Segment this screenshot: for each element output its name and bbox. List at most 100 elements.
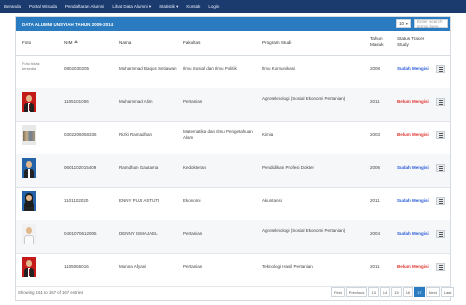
cell-nim: 0401070612005 [64, 231, 97, 236]
col-status-tracer[interactable]: Status Tracer Study [397, 36, 429, 48]
cell-fakultas: Ekonomi [183, 198, 201, 203]
cell-program-studi: Agroteknologi (Sosial Ekonomi Pertanian) [262, 96, 346, 101]
cell-program-studi: Kimia [262, 132, 274, 137]
col-tahun-masuk[interactable]: Tahun Masuk [370, 36, 394, 48]
cell-program-studi: Ilmu Komunikasi [262, 66, 296, 71]
cell-program-studi: Akuntansi [262, 198, 282, 203]
cell-fakultas: Matematika dan Ilmu Pengetahuan Alam [183, 129, 253, 140]
page-button[interactable]: First [331, 287, 345, 297]
cell-nama: Ramdhan Gautama [119, 165, 159, 170]
table-row: 1105101006 Muhammad Alim Pertanian Agrotekn… [16, 88, 450, 122]
table-row: 0302206058336 Rizki Ramadhan Matematika da… [16, 121, 450, 155]
page-button[interactable]: 17 [414, 287, 425, 297]
cell-program-studi: Pendidikan Profesi Dokter [262, 165, 315, 170]
detail-button[interactable] [436, 263, 445, 271]
cell-program-studi: Teknologi Hasil Pertanian [262, 264, 313, 269]
cell-nim: 0601102015409 [64, 165, 97, 170]
student-photo [22, 158, 36, 178]
cell-nim: 0802030205 [64, 66, 90, 71]
detail-button[interactable] [436, 197, 445, 205]
cell-fakultas: Pertanian [183, 99, 203, 104]
alumni-table-panel: DATA ALUMNI UNSYIAH TAHUN 2009-2014 10 ▾… [15, 16, 455, 301]
cell-nama: ENNY PUJI ASTUTI [119, 198, 160, 203]
col-program-studi[interactable]: Program Studi [262, 40, 291, 45]
col-nim[interactable]: NIM [64, 40, 72, 45]
cell-fakultas: Pertanian [183, 264, 203, 269]
cell-tahun-masuk: 2011 [370, 198, 380, 203]
chevron-down-icon: ▾ [406, 21, 408, 26]
nav-item[interactable]: Kontak [182, 4, 204, 9]
panel-header: DATA ALUMNI UNSYIAH TAHUN 2009-2014 [16, 17, 450, 31]
cell-status[interactable]: Belum Mengisi [397, 264, 431, 270]
student-photo [22, 224, 36, 244]
list-icon [438, 66, 443, 72]
cell-status[interactable]: Belum Mengisi [397, 132, 431, 138]
cell-nim: 0302206058336 [64, 132, 97, 137]
list-icon [438, 198, 443, 204]
cell-nama: Rizki Ramadhan [119, 132, 153, 137]
cell-fakultas: Ilmu Sosial dan Ilmu Politik [183, 66, 237, 71]
cell-status[interactable]: Sudah Mengisi [397, 165, 431, 171]
cell-status[interactable]: Belum Mengisi [397, 99, 431, 105]
cell-program-studi: Agroteknologi (Sosial Ekonomi Pertanian) [262, 228, 346, 233]
cell-nim: 1105101006 [64, 99, 89, 104]
list-icon [438, 264, 443, 270]
cell-nama: Muhammad Baqus Setiawan [119, 66, 177, 71]
col-foto[interactable]: Foto [22, 40, 31, 45]
page-button[interactable]: 14 [379, 287, 391, 297]
search-input[interactable]: Enter search terms here [414, 18, 448, 29]
no-photo-text: Foto tidak tersedia [22, 61, 40, 71]
nav-item[interactable]: Portal Wisuda [25, 4, 61, 9]
nav-item[interactable]: Statistik ▾ [155, 4, 182, 10]
student-photo [22, 257, 36, 277]
table-row: Foto tidak tersedia 0802030205 Muhammad Ba… [16, 55, 450, 89]
page-size-select[interactable]: 10 ▾ [396, 19, 411, 28]
cell-status[interactable]: Sudah Mengisi [397, 231, 431, 237]
cell-tahun-masuk: 2011 [370, 264, 380, 269]
student-photo [22, 125, 36, 145]
detail-button[interactable] [436, 98, 445, 106]
student-photo [22, 92, 36, 112]
cell-tahun-masuk: 2006 [370, 165, 381, 170]
cell-fakultas: Kedokteran [183, 165, 207, 170]
panel-title: DATA ALUMNI UNSYIAH TAHUN 2009-2014 [22, 21, 114, 27]
list-icon [438, 132, 443, 138]
nav-item[interactable]: Lihat Data Alumni ▾ [108, 4, 155, 10]
page-button[interactable]: Previous [345, 287, 368, 297]
detail-button[interactable] [436, 230, 445, 238]
page-button[interactable]: Next [425, 287, 440, 297]
cell-status[interactable]: Sudah Mengisi [397, 66, 431, 72]
table-row: 1101102020 ENNY PUJI ASTUTI Ekonomi Akuntan… [16, 187, 450, 221]
table-row: 1105055016 Munna Afyani Pertanian Teknologi… [16, 253, 450, 287]
search-placeholder: Enter search terms here [417, 18, 443, 29]
table-row: 0401070612005 DENNY ISMAJAEL Pertanian Agro… [16, 220, 450, 254]
page-button[interactable]: Last [440, 287, 455, 297]
cell-nim: 1101102020 [64, 198, 89, 203]
page-content: DATA ALUMNI UNSYIAH TAHUN 2009-2014 10 ▾… [3, 16, 463, 303]
detail-button[interactable] [436, 131, 445, 139]
page-size-value: 10 [399, 21, 405, 26]
cell-status[interactable]: Sudah Mengisi [397, 198, 431, 204]
page-button[interactable]: 13 [368, 287, 379, 297]
entries-info: Showing 161 to 167 of 167 entries [18, 290, 84, 295]
nav-item[interactable]: Beranda [0, 4, 25, 9]
cell-tahun-masuk: 2004 [370, 231, 381, 236]
cell-tahun-masuk: 2003 [370, 132, 381, 137]
nav-item[interactable]: Login [204, 4, 223, 9]
page-button[interactable]: 16 [402, 287, 414, 297]
list-icon [438, 99, 443, 105]
cell-tahun-masuk: 2011 [370, 99, 380, 104]
nav-item[interactable]: Pendaftaran Alumni [61, 4, 108, 9]
col-fakultas[interactable]: Fakultas [183, 40, 200, 45]
cell-tahun-masuk: 2008 [370, 66, 381, 71]
cell-nim: 1105055016 [64, 264, 89, 269]
list-icon [438, 165, 443, 171]
cell-nama: DENNY ISMAJAEL [119, 231, 158, 236]
detail-button[interactable] [436, 164, 445, 172]
cell-nama: Munna Afyani [119, 264, 147, 269]
col-nama[interactable]: Nama [119, 40, 131, 45]
detail-button[interactable] [436, 65, 445, 73]
pagination: First Previous 13 14 15 16 17 Next Last [330, 287, 455, 297]
page-button[interactable]: 15 [391, 287, 402, 297]
student-photo [22, 191, 36, 211]
